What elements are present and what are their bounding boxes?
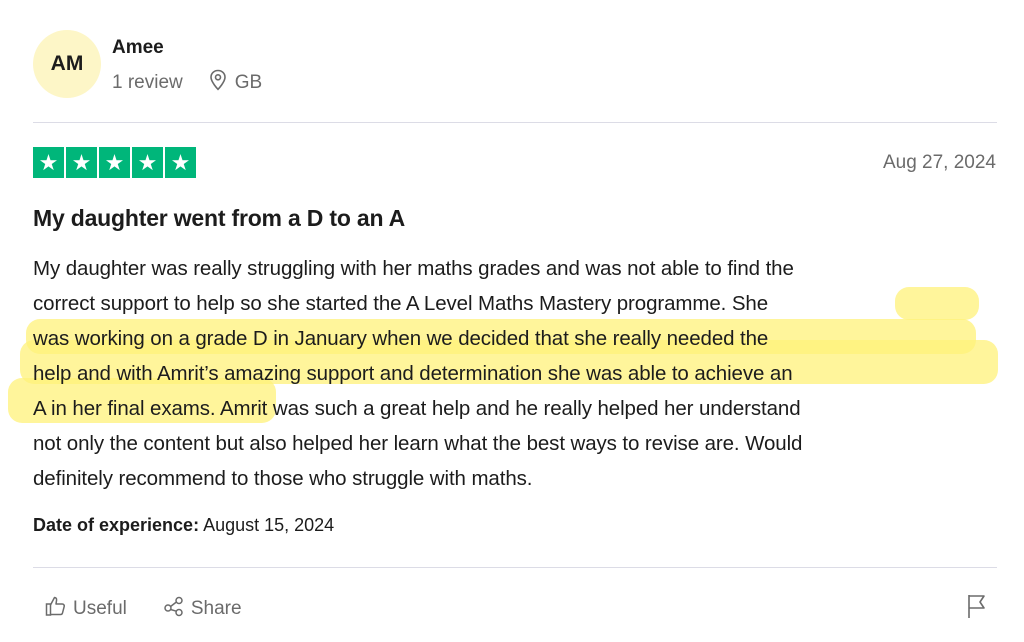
experience-label: Date of experience:: [33, 515, 200, 535]
star-rating: ★ ★ ★ ★ ★: [33, 147, 196, 178]
star-icon: ★: [33, 147, 64, 178]
star-icon: ★: [165, 147, 196, 178]
review-count: 1 review: [112, 72, 183, 93]
reviewer-country: GB: [234, 72, 263, 93]
review-body-line: definitely recommend to those who strugg…: [33, 467, 533, 490]
share-label: Share: [190, 598, 242, 619]
review-actions: Useful Share: [45, 595, 278, 623]
review-body: My daughter was really struggling with h…: [33, 251, 998, 496]
review-date: Aug 27, 2024: [882, 152, 996, 173]
divider: [33, 567, 997, 568]
review-body-line: A in her final exams. Amrit was such a g…: [33, 397, 801, 420]
thumbs-up-icon: [45, 595, 67, 623]
review-body-line: was working on a grade D in January when…: [33, 327, 769, 350]
flag-icon[interactable]: [966, 593, 988, 624]
review-body-line: help and with Amrit’s amazing support an…: [33, 362, 793, 385]
experience-date: August 15, 2024: [203, 515, 335, 535]
date-of-experience: Date of experience: August 15, 2024: [33, 515, 334, 536]
reviewer-meta: 1 review GB: [112, 69, 262, 97]
review-body-line: correct support to help so she started t…: [33, 292, 769, 315]
useful-button[interactable]: Useful: [45, 595, 127, 623]
share-icon: [163, 595, 185, 623]
divider: [33, 122, 997, 123]
reviewer-name[interactable]: Amee: [112, 37, 164, 59]
avatar[interactable]: AM: [33, 30, 101, 98]
star-icon: ★: [132, 147, 163, 178]
star-icon: ★: [66, 147, 97, 178]
location-pin-icon: [209, 69, 227, 97]
review-title[interactable]: My daughter went from a D to an A: [33, 205, 405, 232]
star-icon: ★: [99, 147, 130, 178]
review-body-line: My daughter was really struggling with h…: [33, 257, 794, 280]
share-button[interactable]: Share: [163, 595, 242, 623]
review-body-line: not only the content but also helped her…: [33, 432, 803, 455]
useful-label: Useful: [73, 598, 127, 619]
avatar-initials: AM: [50, 52, 84, 75]
